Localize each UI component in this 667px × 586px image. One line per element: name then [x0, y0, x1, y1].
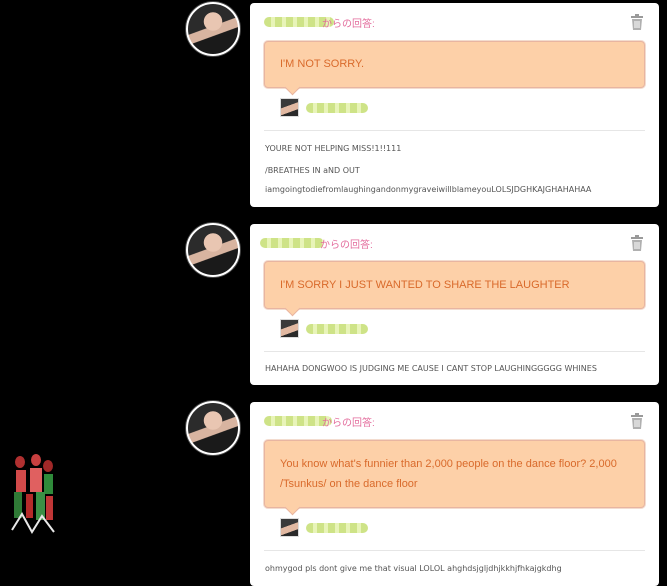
- mini-avatar-image: [280, 319, 299, 338]
- ask-post: からの回答: You know what's funnier than 2,00…: [250, 402, 659, 586]
- reply-text: YOURE NOT HELPING MISS!1!!111: [265, 144, 402, 153]
- question-bubble: I'M SORRY I JUST WANTED TO SHARE THE LAU…: [264, 261, 645, 309]
- avatar[interactable]: [186, 2, 240, 56]
- ask-post: からの回答: I'M NOT SORRY. YOURE NOT HELPING …: [250, 3, 659, 207]
- censored-username: [306, 324, 368, 334]
- from-label: からの回答:: [320, 240, 373, 251]
- censored-username: [260, 238, 324, 248]
- trash-icon[interactable]: [630, 235, 644, 251]
- question-bubble: You know what's funnier than 2,000 peopl…: [264, 440, 645, 508]
- reply-text: iamgoingtodiefromlaughingandonmygraveiwi…: [265, 185, 592, 194]
- censored-username: [306, 523, 368, 533]
- from-label: からの回答:: [322, 418, 375, 429]
- divider: [264, 550, 645, 551]
- mini-avatar-image: [280, 518, 299, 537]
- censored-username: [306, 103, 368, 113]
- from-label: からの回答:: [322, 19, 375, 30]
- avatar[interactable]: [186, 223, 240, 277]
- avatar[interactable]: [186, 401, 240, 455]
- question-text: I'M SORRY I JUST WANTED TO SHARE THE LAU…: [280, 279, 570, 291]
- question-bubble: I'M NOT SORRY.: [264, 41, 645, 88]
- divider: [264, 130, 645, 131]
- trash-icon[interactable]: [630, 413, 644, 429]
- reply-text: HAHAHA DONGWOO IS JUDGING ME CAUSE I CAN…: [265, 364, 597, 373]
- fanart-image: [10, 452, 56, 534]
- mini-avatar-image: [280, 98, 299, 117]
- question-text: I'M NOT SORRY.: [280, 58, 365, 70]
- divider: [264, 351, 645, 352]
- trash-icon[interactable]: [630, 14, 644, 30]
- ask-post: からの回答: I'M SORRY I JUST WANTED TO SHARE …: [250, 224, 659, 385]
- reply-text: ohmygod pls dont give me that visual LOL…: [265, 564, 562, 573]
- question-text: You know what's funnier than 2,000 peopl…: [280, 458, 617, 490]
- reply-text: /BREATHES IN aND OUT: [265, 166, 360, 175]
